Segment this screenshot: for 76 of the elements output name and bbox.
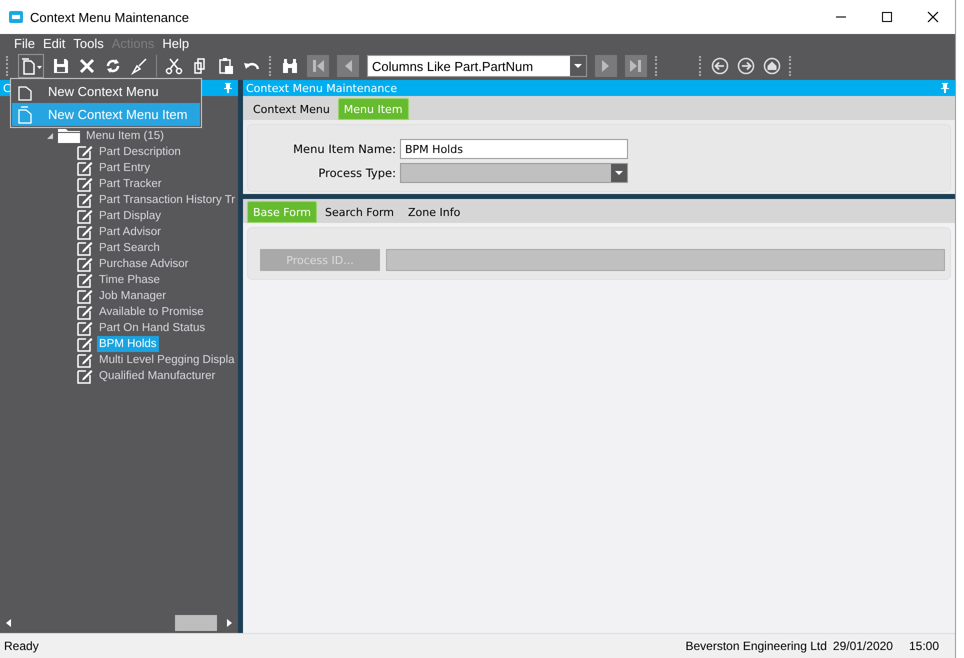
- close-icon[interactable]: [927, 11, 939, 23]
- process-type-dropdown[interactable]: [400, 163, 628, 183]
- binoculars-icon[interactable]: [281, 57, 299, 75]
- company-name: Beverston Engineering Ltd: [685, 639, 827, 653]
- tree-item[interactable]: Part Advisor: [97, 224, 163, 240]
- tree-item[interactable]: Part Transaction History Tr: [97, 192, 238, 208]
- tree-item[interactable]: Part Display: [97, 208, 163, 224]
- forward-icon[interactable]: [737, 57, 755, 75]
- tree-item[interactable]: Time Phase: [97, 272, 162, 288]
- tab[interactable]: Context Menu: [247, 98, 336, 120]
- refresh-icon[interactable]: [104, 57, 122, 75]
- scrollbar-thumb[interactable]: [175, 615, 217, 631]
- last-icon: [629, 58, 643, 74]
- field-label: Menu Item Name:: [292, 142, 396, 156]
- tree-item[interactable]: Part On Hand Status: [97, 320, 208, 336]
- field-label: Process Type:: [317, 166, 396, 180]
- tree-item[interactable]: Part Entry: [97, 160, 152, 176]
- panel-title: Context Menu Maintenance: [246, 82, 398, 94]
- scroll-right-icon[interactable]: [227, 619, 232, 627]
- dropdown-arrow-icon: [574, 64, 582, 68]
- tree-item[interactable]: Job Manager: [97, 288, 168, 304]
- edit-document-icon: [77, 288, 93, 304]
- edit-document-icon: [77, 304, 93, 320]
- edit-document-icon: [77, 240, 93, 256]
- maximize-icon[interactable]: [881, 11, 893, 23]
- menu-option[interactable]: New Context Menu Item: [12, 103, 200, 126]
- document-icon: [18, 106, 32, 124]
- delete-icon[interactable]: [78, 57, 96, 75]
- new-button[interactable]: [18, 54, 44, 78]
- broom-icon[interactable]: [130, 57, 148, 75]
- status-date: 29/01/2020: [832, 639, 893, 653]
- tab[interactable]: Zone Info: [402, 201, 466, 223]
- menu-item[interactable]: Tools: [73, 36, 104, 50]
- menu-item-name-field[interactable]: BPM Holds: [400, 139, 628, 159]
- cut-icon[interactable]: [165, 57, 183, 75]
- tree-item[interactable]: BPM Holds: [97, 336, 159, 352]
- save-icon[interactable]: [52, 57, 70, 75]
- process-id-field[interactable]: [386, 249, 945, 271]
- edit-document-icon: [77, 224, 93, 240]
- home-icon[interactable]: [763, 57, 781, 75]
- edit-document-icon: [77, 336, 93, 352]
- edit-document-icon: [77, 144, 93, 160]
- menu-option[interactable]: New Context Menu: [12, 80, 200, 103]
- tree-item[interactable]: Part Tracker: [97, 176, 164, 192]
- paste-icon[interactable]: [217, 57, 235, 75]
- search-combo[interactable]: Columns Like Part.PartNum: [367, 55, 587, 77]
- scroll-left-icon[interactable]: [6, 619, 11, 627]
- edit-document-icon: [77, 208, 93, 224]
- menu-item[interactable]: File: [14, 36, 35, 50]
- tree-item[interactable]: Part Description: [97, 144, 183, 160]
- status-time: 15:00: [908, 639, 940, 653]
- tree-item[interactable]: Qualified Manufacturer: [97, 368, 218, 384]
- app-icon: [9, 11, 23, 23]
- back-icon[interactable]: [711, 57, 729, 75]
- edit-document-icon: [77, 352, 93, 368]
- expanded-triangle-icon[interactable]: [46, 132, 54, 140]
- first-icon: [311, 58, 325, 74]
- tree-node[interactable]: Menu Item (15): [84, 128, 166, 144]
- edit-document-icon: [77, 256, 93, 272]
- edit-document-icon: [77, 272, 93, 288]
- tree-item[interactable]: Multi Level Pegging Displa: [97, 352, 237, 368]
- edit-document-icon: [77, 320, 93, 336]
- edit-document-icon: [77, 160, 93, 176]
- menu-item[interactable]: Help: [162, 36, 190, 50]
- dropdown-arrow-icon: [615, 171, 623, 175]
- tree-item[interactable]: Purchase Advisor: [97, 256, 190, 272]
- edit-document-icon: [77, 192, 93, 208]
- edit-document-icon: [77, 368, 93, 384]
- tree-item[interactable]: Part Search: [97, 240, 162, 256]
- menu-item[interactable]: Edit: [42, 36, 66, 50]
- tree-item[interactable]: Available to Promise: [97, 304, 206, 320]
- status-text: Ready: [4, 639, 39, 653]
- edit-document-icon: [77, 176, 93, 192]
- window-title: Context Menu Maintenance: [30, 10, 189, 24]
- tab[interactable]: Search Form: [319, 201, 400, 223]
- panel-title: C: [3, 82, 11, 94]
